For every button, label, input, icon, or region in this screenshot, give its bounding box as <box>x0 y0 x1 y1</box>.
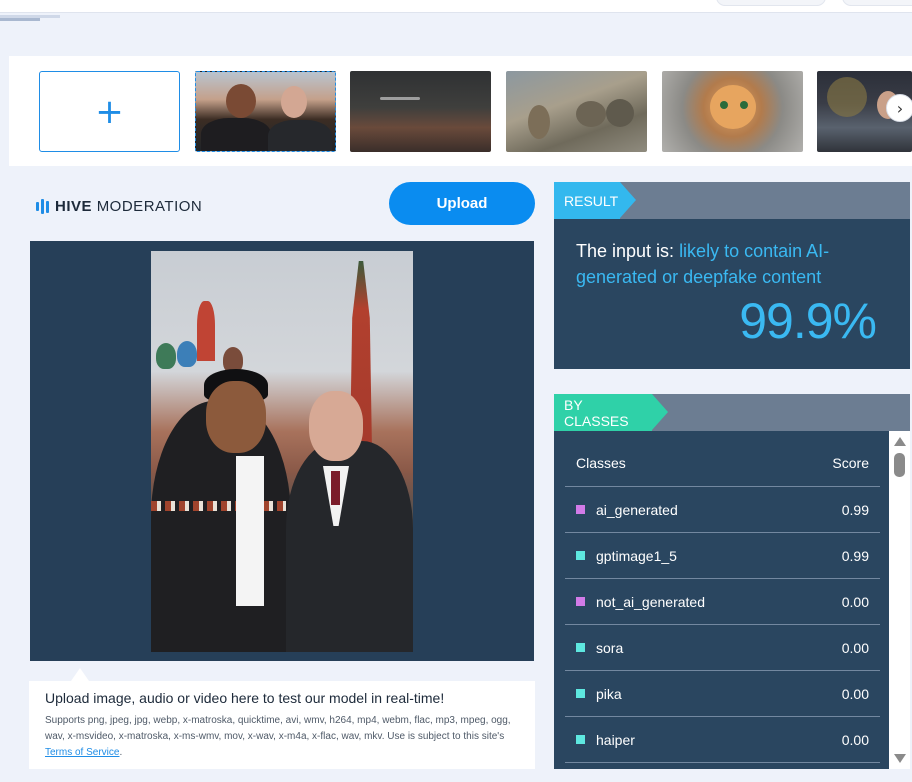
class-label-group: sora <box>576 640 623 656</box>
top-bar <box>0 0 912 13</box>
scroll-up-arrow-icon[interactable] <box>894 437 906 446</box>
class-label-group: gptimage1_5 <box>576 548 677 564</box>
upload-info-heading: Upload image, audio or video here to tes… <box>45 690 445 706</box>
class-label-group: not_ai_generated <box>576 594 705 610</box>
class-color-swatch-icon <box>576 505 585 514</box>
thumbnail-morales-putin[interactable] <box>195 71 336 152</box>
supported-formats-text: Supports png, jpeg, jpg, webp, x-matrosk… <box>45 713 519 761</box>
hive-logo-icon <box>36 199 49 214</box>
col-classes: Classes <box>576 455 626 471</box>
media-preview <box>30 241 534 661</box>
by-classes-tag: BY CLASSES <box>554 394 652 431</box>
col-score: Score <box>832 455 869 471</box>
result-tag: RESULT <box>554 182 620 219</box>
class-color-swatch-icon <box>576 551 585 560</box>
result-percentage: 99.9% <box>739 293 877 349</box>
class-row: ai_generated 0.99 <box>565 487 880 533</box>
preview-image <box>151 251 413 652</box>
class-label: not_ai_generated <box>596 593 705 610</box>
top-pill-button[interactable] <box>842 0 912 6</box>
scroll-down-arrow-icon[interactable] <box>894 754 906 763</box>
brand-logo: HIVE MODERATION <box>36 198 202 215</box>
upload-info-panel: Upload image, audio or video here to tes… <box>29 681 535 769</box>
class-row: haiper 0.00 <box>565 717 880 763</box>
class-score: 0.00 <box>841 639 869 656</box>
result-prefix: The input is: <box>576 241 680 261</box>
by-classes-header: BY CLASSES <box>554 394 910 431</box>
thumbnail-aircraft[interactable] <box>350 71 491 152</box>
by-classes-panel: BY CLASSES Classes Score ai_generated 0.9… <box>554 394 910 769</box>
result-panel: RESULT The input is: likely to contain A… <box>554 182 910 369</box>
result-header: RESULT <box>554 182 910 219</box>
class-label-group: ai_generated <box>576 502 678 518</box>
class-color-swatch-icon <box>576 689 585 698</box>
class-score: 0.99 <box>841 547 869 564</box>
class-color-swatch-icon <box>576 643 585 652</box>
class-label: gptimage1_5 <box>596 547 677 564</box>
class-label-group: haiper <box>576 732 635 748</box>
class-row: pika 0.00 <box>565 671 880 717</box>
class-row: gptimage1_5 0.99 <box>565 533 880 579</box>
result-text: The input is: likely to contain AI-gener… <box>576 238 876 290</box>
top-pill-button[interactable] <box>716 0 826 6</box>
class-label: ai_generated <box>596 501 678 518</box>
class-label: sora <box>596 639 624 656</box>
class-score: 0.00 <box>841 685 869 702</box>
class-label-group: pika <box>576 686 622 702</box>
classes-scrollbar[interactable] <box>889 431 910 769</box>
brand-name-bold: HIVE <box>55 198 93 215</box>
classes-table-header: Classes Score <box>565 446 880 487</box>
class-color-swatch-icon <box>576 597 585 606</box>
chevron-right-icon: › <box>896 98 904 118</box>
class-score: 0.00 <box>841 731 869 748</box>
class-score: 0.99 <box>841 501 869 518</box>
thumbnail-elephants[interactable] <box>506 71 647 152</box>
brand-name-light: MODERATION <box>96 198 203 215</box>
class-row: sora 0.00 <box>565 625 880 671</box>
class-label: pika <box>596 685 622 702</box>
terms-of-service-link[interactable]: Terms of Service <box>45 747 119 758</box>
class-label: haiper <box>596 731 635 748</box>
next-arrow-button[interactable]: › <box>886 94 912 122</box>
upload-button[interactable]: Upload <box>389 182 535 225</box>
scrollbar-thumb[interactable] <box>894 453 905 477</box>
result-tag-arrow <box>620 182 636 218</box>
tab-indicator-active <box>0 18 40 21</box>
class-score: 0.00 <box>841 593 869 610</box>
plus-icon: + <box>95 91 124 132</box>
by-classes-tag-arrow <box>652 394 668 430</box>
info-pointer <box>71 668 89 681</box>
classes-table: Classes Score ai_generated 0.99 gptimage1_… <box>565 446 880 763</box>
class-color-swatch-icon <box>576 735 585 744</box>
class-row: not_ai_generated 0.00 <box>565 579 880 625</box>
thumbnail-cat[interactable] <box>662 71 803 152</box>
sample-gallery: + › <box>9 56 912 166</box>
add-media-button[interactable]: + <box>39 71 180 152</box>
supported-formats: Supports png, jpeg, jpg, webp, x-matrosk… <box>45 715 511 742</box>
tos-suffix: . <box>119 747 123 758</box>
